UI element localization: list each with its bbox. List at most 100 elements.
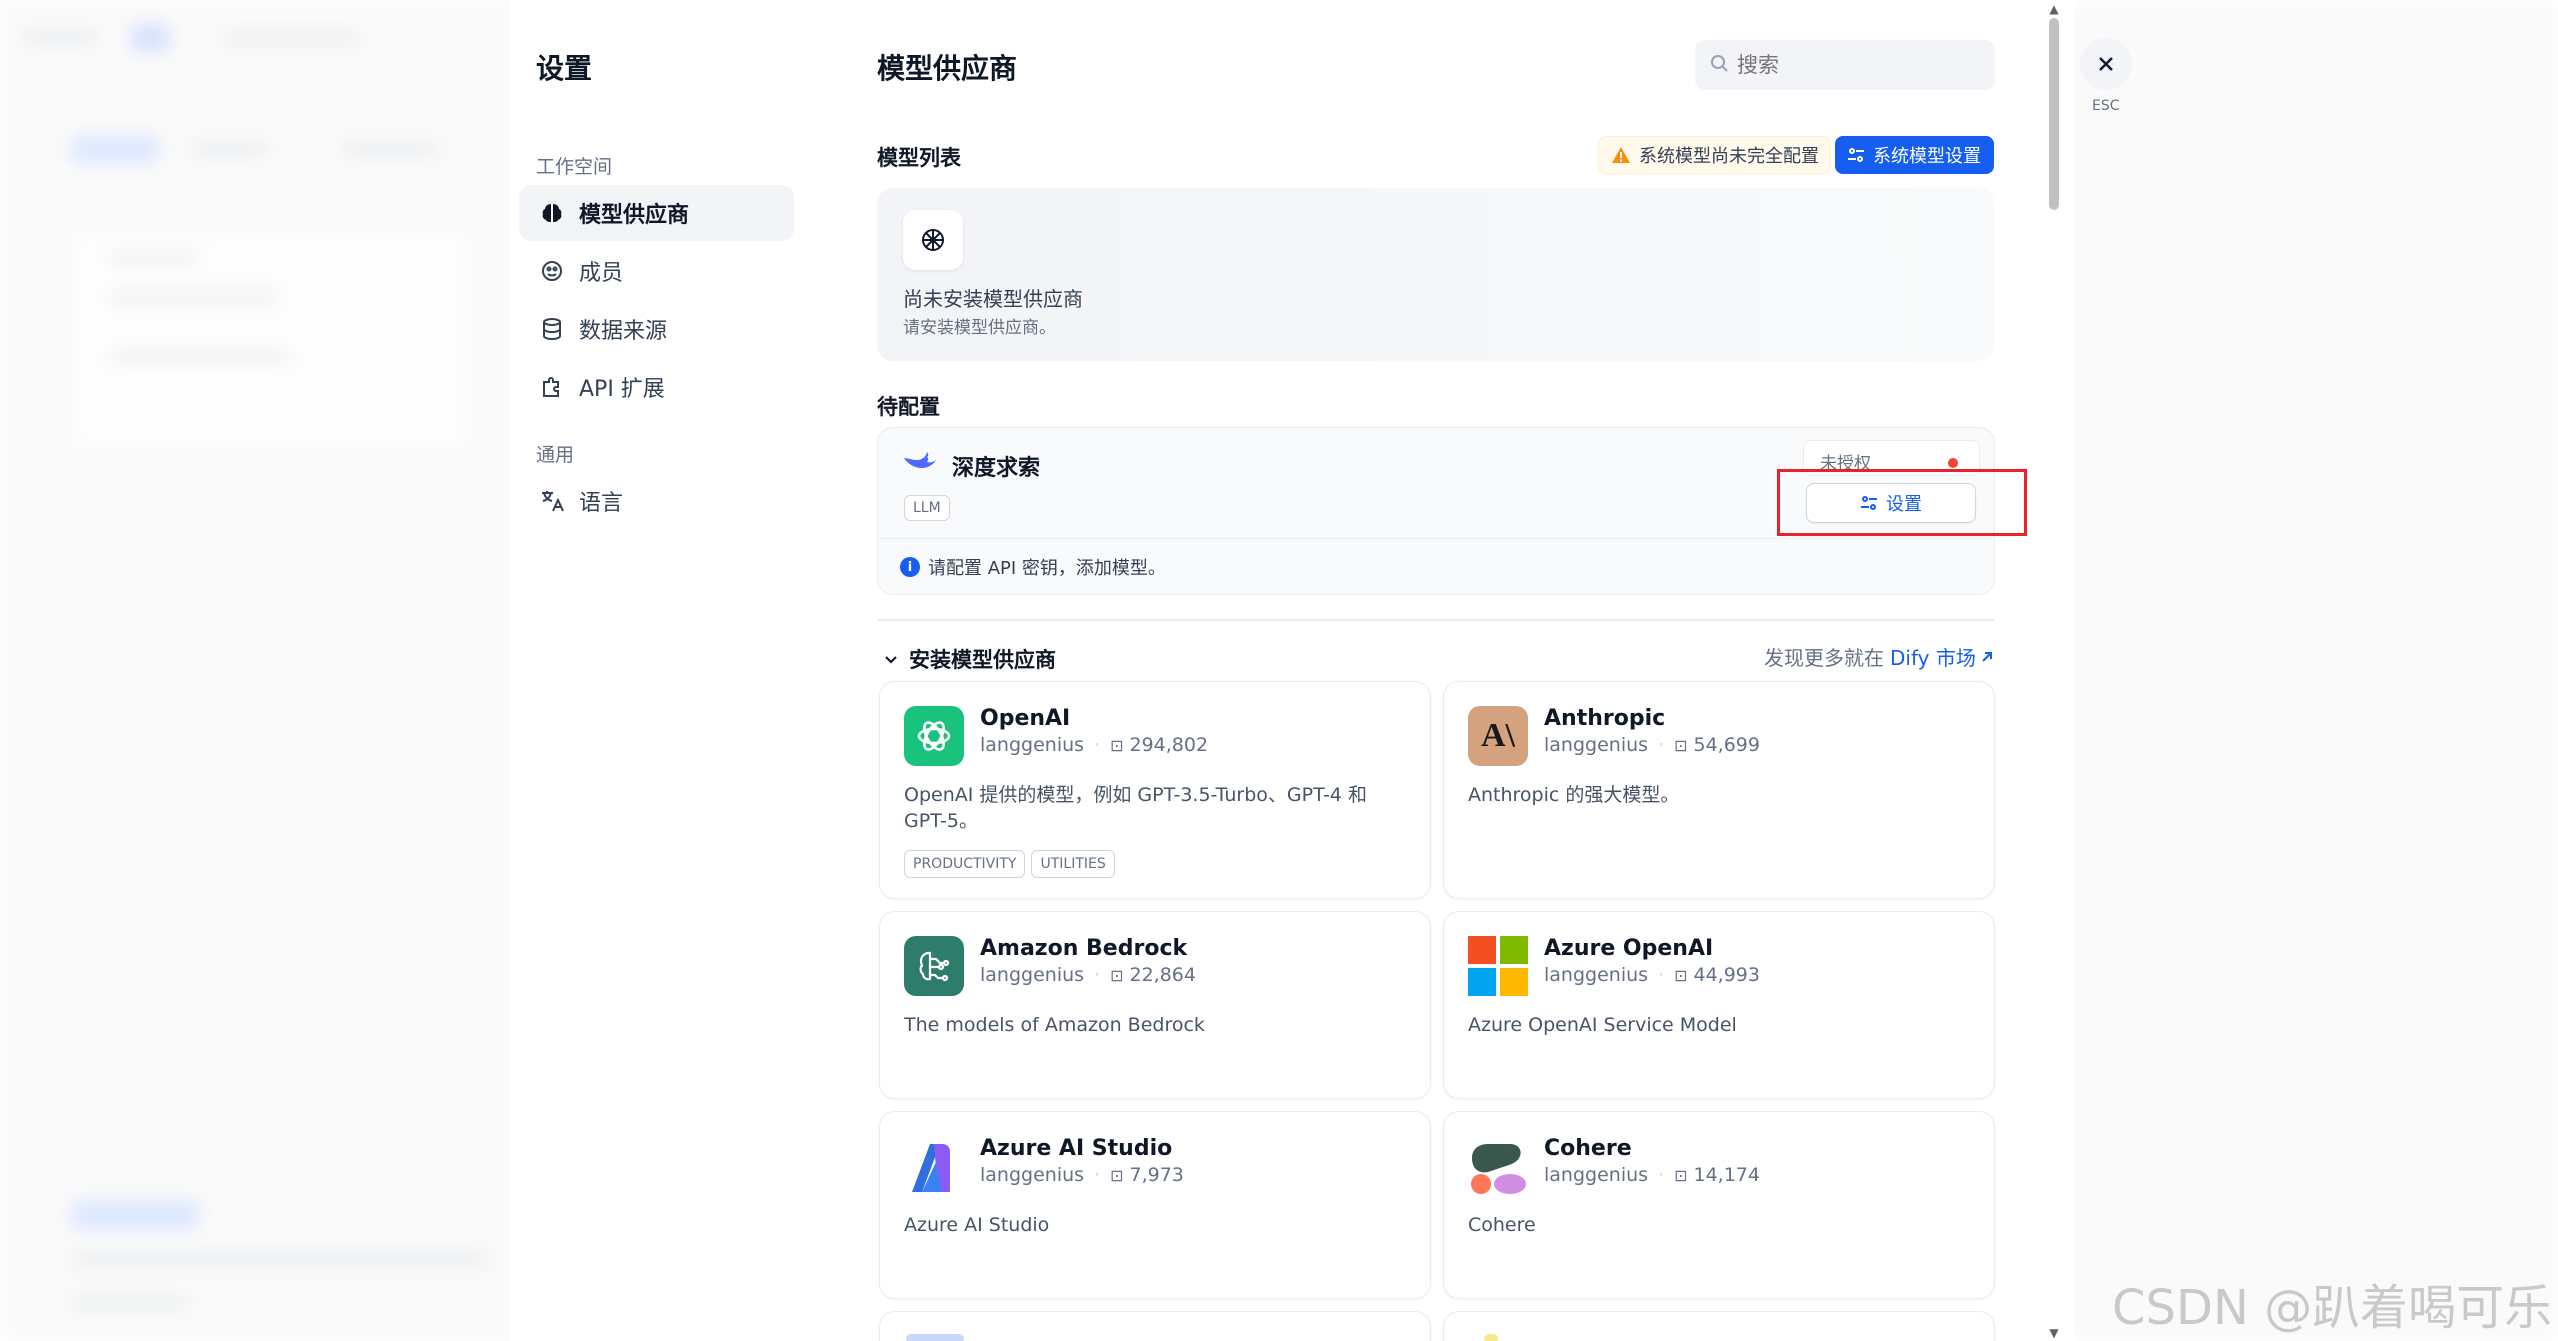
provider-meta: langgenius · ⊡ 294,802 xyxy=(980,734,1209,756)
provider-name: Amazon Bedrock xyxy=(980,936,1188,961)
sidebar-item-data-source[interactable]: 数据来源 xyxy=(519,301,794,357)
external-link-icon xyxy=(1980,650,1994,664)
esc-hint: ESC xyxy=(2092,98,2120,114)
deepseek-logo xyxy=(902,448,938,482)
scroll-down-arrow[interactable]: ▼ xyxy=(2048,1326,2060,1340)
system-model-settings-button[interactable]: 系统模型设置 xyxy=(1835,136,1994,174)
download-icon: ⊡ xyxy=(1110,965,1124,985)
provider-description: Anthropic 的强大模型。 xyxy=(1468,784,1680,806)
sidebar-item-language[interactable]: 语言 xyxy=(519,473,794,529)
provider-name: Anthropic xyxy=(1544,706,1666,731)
pending-title: 待配置 xyxy=(877,395,940,419)
provider-meta: langgenius · ⊡ 22,864 xyxy=(980,964,1196,986)
openai-logo xyxy=(904,706,964,766)
partial-logo xyxy=(906,1334,964,1341)
marketplace-link-label: Dify 市场 xyxy=(1890,646,1976,670)
scroll-up-arrow[interactable]: ▲ xyxy=(2048,2,2060,16)
provider-card-openai[interactable]: OpenAI langgenius · ⊡ 294,802 OpenAI 提供的… xyxy=(879,681,1431,899)
empty-model-list: 尚未安装模型供应商 请安装模型供应商。 xyxy=(877,188,1995,361)
cohere-logo xyxy=(1468,1136,1528,1196)
sidebar-item-label: API 扩展 xyxy=(579,377,665,402)
provider-description: Cohere xyxy=(1468,1214,1536,1236)
watermark: CSDN @趴着喝可乐 xyxy=(2112,1280,2553,1336)
empty-title: 尚未安装模型供应商 xyxy=(903,287,1083,311)
provider-name: Cohere xyxy=(1544,1136,1632,1161)
provider-card-partial[interactable] xyxy=(1443,1311,1995,1341)
close-button[interactable] xyxy=(2080,38,2132,90)
provider-description: OpenAI 提供的模型，例如 GPT-3.5-Turbo、GPT-4 和 GP… xyxy=(904,784,1367,832)
sidebar-item-label: 模型供应商 xyxy=(579,203,690,228)
provider-author: langgenius xyxy=(1544,964,1649,986)
model-list-title: 模型列表 xyxy=(877,146,961,170)
sidebar-item-members[interactable]: 成员 xyxy=(519,243,794,299)
azure-ai-studio-logo xyxy=(904,1136,964,1196)
settings-title: 设置 xyxy=(536,52,593,85)
search-box[interactable] xyxy=(1695,40,1995,90)
divider xyxy=(878,538,1994,539)
discover-prefix: 发现更多就在 xyxy=(1764,646,1884,670)
unauthorized-indicator xyxy=(1948,458,1958,468)
provider-meta: langgenius · ⊡ 44,993 xyxy=(1544,964,1760,986)
provider-name: Azure AI Studio xyxy=(980,1136,1173,1161)
cube-icon xyxy=(903,210,963,270)
warning-icon xyxy=(1611,146,1631,164)
download-count: 7,973 xyxy=(1129,1164,1184,1186)
provider-author: langgenius xyxy=(1544,734,1649,756)
empty-subtitle: 请安装模型供应商。 xyxy=(903,318,1056,338)
puzzle-icon xyxy=(539,374,565,400)
scrollbar-thumb[interactable] xyxy=(2049,18,2059,210)
provider-author: langgenius xyxy=(980,1164,1085,1186)
provider-card-azure-ai-studio[interactable]: Azure AI Studio langgenius · ⊡ 7,973 Azu… xyxy=(879,1111,1431,1299)
provider-tags: PRODUCTIVITY UTILITIES xyxy=(904,850,1115,878)
info-icon: i xyxy=(900,557,920,577)
search-input[interactable] xyxy=(1737,53,1967,77)
provider-name: Azure OpenAI xyxy=(1544,936,1714,961)
section-divider xyxy=(877,619,1995,621)
sidebar-item-label: 语言 xyxy=(579,491,624,516)
system-model-warning: 系统模型尚未完全配置 xyxy=(1598,136,1831,174)
bedrock-logo xyxy=(904,936,964,996)
config-hint-text: 请配置 API 密钥，添加模型。 xyxy=(928,558,1166,579)
system-model-settings-label: 系统模型设置 xyxy=(1873,146,1981,167)
download-count: 54,699 xyxy=(1693,734,1760,756)
download-icon: ⊡ xyxy=(1674,965,1688,985)
download-count: 22,864 xyxy=(1129,964,1196,986)
sidebar-item-label: 成员 xyxy=(579,261,624,286)
general-group-label: 通用 xyxy=(536,444,575,466)
install-providers-toggle[interactable]: 安装模型供应商 xyxy=(883,644,1056,674)
translate-icon xyxy=(539,488,565,514)
tag: UTILITIES xyxy=(1031,850,1115,878)
provider-card-cohere[interactable]: Cohere langgenius · ⊡ 14,174 Cohere xyxy=(1443,1111,1995,1299)
download-count: 14,174 xyxy=(1693,1164,1760,1186)
provider-author: langgenius xyxy=(980,734,1085,756)
provider-meta: langgenius · ⊡ 7,973 xyxy=(980,1164,1184,1186)
provider-meta: langgenius · ⊡ 54,699 xyxy=(1544,734,1760,756)
anthropic-logo: A\ xyxy=(1468,706,1528,766)
download-count: 44,993 xyxy=(1693,964,1760,986)
chevron-down-icon xyxy=(883,651,899,667)
close-icon xyxy=(2096,54,2116,74)
provider-author: langgenius xyxy=(980,964,1085,986)
provider-card-amazon-bedrock[interactable]: Amazon Bedrock langgenius · ⊡ 22,864 The… xyxy=(879,911,1431,1099)
workspace-group-label: 工作空间 xyxy=(536,156,613,178)
install-title: 安装模型供应商 xyxy=(909,648,1056,672)
download-icon: ⊡ xyxy=(1674,1165,1688,1185)
provider-description: The models of Amazon Bedrock xyxy=(904,1014,1205,1036)
annotation-highlight-box xyxy=(1777,469,2027,536)
provider-name: OpenAI xyxy=(980,706,1071,731)
sidebar-item-api-extension[interactable]: API 扩展 xyxy=(519,359,794,415)
partial-logo xyxy=(1484,1334,1498,1341)
sidebar-item-model-provider[interactable]: 模型供应商 xyxy=(519,185,794,241)
provider-card-partial[interactable] xyxy=(879,1311,1431,1341)
provider-card-azure-openai[interactable]: Azure OpenAI langgenius · ⊡ 44,993 Azure… xyxy=(1443,911,1995,1099)
provider-name: 深度求索 xyxy=(952,456,1041,481)
provider-meta: langgenius · ⊡ 14,174 xyxy=(1544,1164,1760,1186)
provider-description: Azure AI Studio xyxy=(904,1214,1050,1236)
marketplace-link[interactable]: 发现更多就在 Dify 市场 xyxy=(1764,642,1994,671)
azure-openai-logo xyxy=(1468,936,1528,996)
brain-icon xyxy=(539,200,565,226)
provider-card-anthropic[interactable]: A\ Anthropic langgenius · ⊡ 54,699 Anthr… xyxy=(1443,681,1995,899)
search-icon xyxy=(1709,53,1729,78)
warning-text: 系统模型尚未完全配置 xyxy=(1639,146,1819,167)
tag: PRODUCTIVITY xyxy=(904,850,1026,878)
